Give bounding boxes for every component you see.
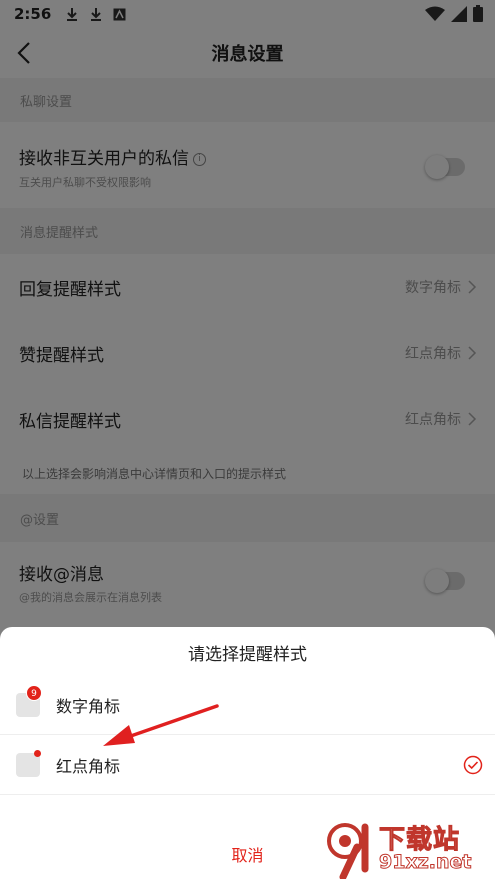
annotation-arrow-icon	[103, 704, 219, 746]
option-number-badge[interactable]: 9 数字角标	[0, 675, 495, 735]
red-dot-badge-icon	[16, 750, 41, 777]
sheet-title: 请选择提醒样式	[188, 645, 307, 665]
watermark-url: 91xz.net	[378, 851, 472, 874]
watermark: 下载站 91xz.net	[321, 819, 493, 879]
number-badge-icon: 9	[16, 685, 42, 717]
badge-count: 9	[26, 685, 42, 701]
red-dot	[34, 750, 41, 757]
check-circle-icon	[463, 755, 483, 775]
option-red-dot[interactable]: 红点角标	[0, 735, 495, 795]
watermark-logo-icon	[327, 823, 369, 879]
option-label: 红点角标	[56, 757, 121, 776]
